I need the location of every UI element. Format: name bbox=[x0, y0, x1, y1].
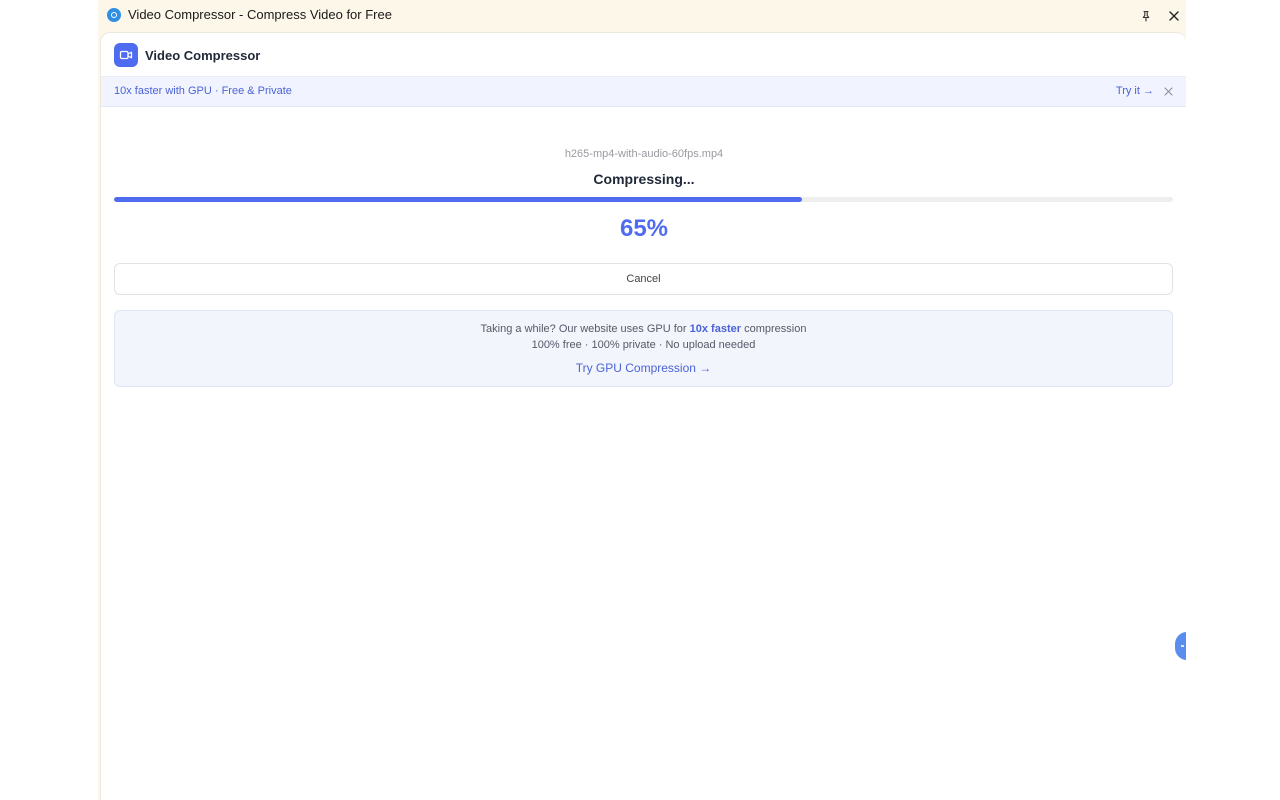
close-window-button[interactable] bbox=[1162, 4, 1186, 28]
progress-fill bbox=[114, 197, 803, 202]
app-logo bbox=[114, 43, 138, 67]
close-icon bbox=[1163, 86, 1173, 96]
progress-percent: 65% bbox=[619, 215, 669, 242]
app-window: Video Compressor - Compress Video for Fr… bbox=[98, 0, 1186, 800]
video-camera-icon bbox=[119, 50, 133, 60]
promo-try-link[interactable]: Try it → bbox=[1116, 85, 1154, 97]
try-gpu-compression-link[interactable]: Try GPU Compression → bbox=[115, 361, 1172, 375]
gpu-promo-highlight: 10x faster bbox=[689, 323, 742, 335]
pin-icon bbox=[1142, 10, 1150, 22]
app-header: Video Compressor bbox=[101, 33, 1186, 77]
gpu-promo-prefix: Taking a while? Our website uses GPU for bbox=[480, 323, 690, 335]
file-name: h265-mp4-with-audio-60fps.mp4 bbox=[564, 148, 724, 160]
extension-panel: Video Compressor 10x faster with GPU · F… bbox=[100, 32, 1186, 800]
gpu-promo-suffix: compression bbox=[741, 323, 807, 335]
app-name: Video Compressor bbox=[145, 48, 261, 63]
pin-button[interactable] bbox=[1134, 4, 1158, 28]
promo-text: 10x faster with GPU · Free & Private bbox=[114, 85, 292, 97]
chrome-app-icon bbox=[107, 8, 121, 22]
progress-bar bbox=[114, 197, 1173, 202]
close-icon bbox=[1169, 11, 1179, 21]
gpu-promo-features: 100% free · 100% private · No upload nee… bbox=[531, 339, 756, 351]
promo-close-button[interactable] bbox=[1162, 85, 1174, 97]
gpu-promo-line: Taking a while? Our website uses GPU for… bbox=[115, 323, 1172, 335]
cancel-button[interactable]: Cancel bbox=[114, 263, 1173, 295]
promo-banner: 10x faster with GPU · Free & Private Try… bbox=[101, 77, 1186, 107]
window-title: Video Compressor - Compress Video for Fr… bbox=[128, 7, 392, 22]
gpu-promo-card: Taking a while? Our website uses GPU for… bbox=[114, 310, 1173, 387]
title-bar: Video Compressor - Compress Video for Fr… bbox=[98, 0, 1186, 32]
compression-status: Compressing... bbox=[593, 171, 695, 187]
